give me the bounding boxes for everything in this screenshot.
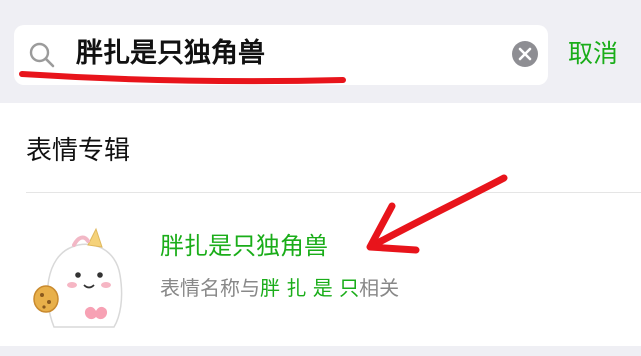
search-input[interactable]: 胖扎是只独角兽 <box>76 34 265 74</box>
bottom-separator <box>0 346 641 356</box>
section-title: 表情专辑 <box>26 136 131 166</box>
desc-suffix: 相关 <box>359 276 400 300</box>
clear-icon[interactable] <box>511 40 539 68</box>
unicorn-sticker-thumbnail <box>33 227 123 328</box>
desc-prefix: 表情名称与 <box>160 276 260 300</box>
cancel-button[interactable]: 取消 <box>568 33 618 75</box>
sticker-album-result[interactable]: 胖扎是只独角兽 表情名称与胖 扎 是 只相关 <box>0 193 641 351</box>
search-icon <box>29 42 55 68</box>
search-header: 胖扎是只独角兽 取消 <box>0 0 641 103</box>
search-box[interactable]: 胖扎是只独角兽 <box>14 25 548 85</box>
result-title: 胖扎是只独角兽 <box>160 232 328 260</box>
sticker-album-section: 表情专辑 胖扎是只独角兽 表情名称与胖 扎 是 只相关 <box>0 103 641 356</box>
result-description: 表情名称与胖 扎 是 只相关 <box>160 272 399 304</box>
desc-highlight: 胖 扎 是 只 <box>260 276 360 300</box>
